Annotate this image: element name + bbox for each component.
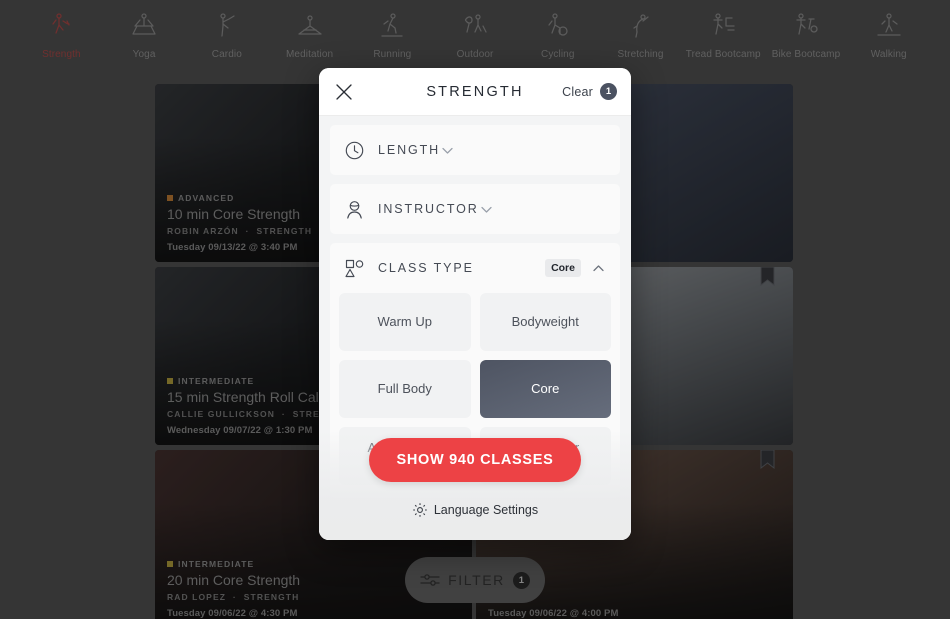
instructor-icon <box>344 199 365 220</box>
clock-icon <box>344 140 365 161</box>
class-type-option[interactable]: Core <box>479 360 611 418</box>
language-settings-link[interactable]: Language Settings <box>319 502 631 518</box>
class-type-option[interactable]: Bodyweight <box>479 293 611 351</box>
chevron-up-icon[interactable] <box>591 261 606 276</box>
clear-count-badge: 1 <box>600 83 617 100</box>
gear-icon <box>412 502 428 518</box>
filter-section-label: LENGTH <box>378 143 441 157</box>
show-classes-button[interactable]: SHOW 940 CLASSES <box>369 438 581 482</box>
chevron-down-icon[interactable] <box>479 202 494 217</box>
filter-modal: STRENGTH Clear 1 LENGTH INSTRUCTOR CLASS… <box>319 68 631 540</box>
class-type-option[interactable]: Warm Up <box>339 293 471 351</box>
filter-section-header[interactable]: CLASS TYPE Core <box>330 243 620 293</box>
filter-section-tag: Core <box>545 259 581 277</box>
filter-section-header[interactable]: INSTRUCTOR <box>330 184 620 234</box>
filter-section-instructor: INSTRUCTOR <box>330 184 620 234</box>
clear-filters-button[interactable]: Clear 1 <box>562 83 617 100</box>
language-settings-label: Language Settings <box>433 503 539 517</box>
filter-section-label: CLASS TYPE <box>378 261 474 275</box>
modal-body: LENGTH INSTRUCTOR CLASS TYPE Core Warm U… <box>319 116 631 540</box>
chevron-down-icon[interactable] <box>440 143 455 158</box>
clear-label: Clear <box>562 84 593 99</box>
close-icon[interactable] <box>333 81 355 103</box>
filter-section-length: LENGTH <box>330 125 620 175</box>
modal-header: STRENGTH Clear 1 <box>319 68 631 116</box>
shapes-icon <box>344 258 365 279</box>
filter-section-label: INSTRUCTOR <box>378 202 479 216</box>
class-type-option[interactable]: Full Body <box>339 360 471 418</box>
filter-section-header[interactable]: LENGTH <box>330 125 620 175</box>
app-root: Strength Yoga Cardio Meditation Running Outdo… <box>0 0 950 619</box>
